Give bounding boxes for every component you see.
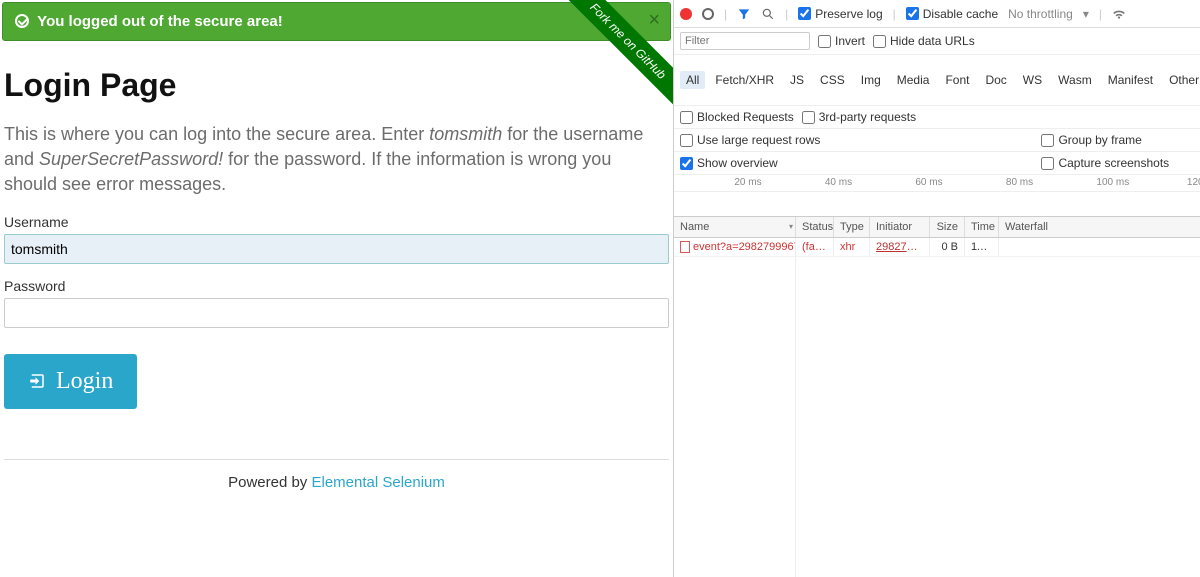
clear-icon[interactable] (702, 8, 714, 20)
filter-type-all[interactable]: All (680, 71, 705, 89)
group-by-frame-checkbox[interactable]: Group by frame (1041, 133, 1200, 147)
type-filter-row: All Fetch/XHR JS CSS Img Media Font Doc … (674, 55, 1200, 106)
login-button[interactable]: Login (4, 354, 137, 409)
timeline-tick: 120 ms (1187, 177, 1200, 188)
hide-data-urls-label: Hide data URLs (890, 34, 975, 48)
devtools-panel: | | Preserve log | Disable cache No thro… (673, 0, 1200, 577)
record-icon[interactable] (680, 8, 692, 20)
flash-banner: You logged out of the secure area! × (2, 2, 671, 41)
content-area: Login Page This is where you can log int… (0, 43, 673, 499)
filter-type-ws[interactable]: WS (1017, 71, 1048, 89)
login-button-label: Login (56, 368, 113, 395)
preserve-log-label: Preserve log (815, 7, 882, 21)
filter-type-img[interactable]: Img (855, 71, 887, 89)
flash-close-button[interactable]: × (648, 9, 660, 32)
show-overview-label: Show overview (697, 156, 778, 170)
cell-time: 119 ... (965, 238, 999, 256)
password-label: Password (4, 278, 669, 294)
search-icon[interactable] (761, 7, 775, 21)
filter-type-css[interactable]: CSS (814, 71, 851, 89)
throttling-select[interactable]: No throttling (1008, 7, 1073, 21)
large-rows-checkbox[interactable]: Use large request rows (680, 133, 820, 147)
col-type[interactable]: Type (834, 217, 870, 237)
filter-funnel-icon[interactable] (737, 7, 751, 21)
blocked-requests-checkbox[interactable]: Blocked Requests (680, 110, 794, 124)
filter-input[interactable] (680, 32, 810, 50)
invert-checkbox[interactable]: Invert (818, 34, 865, 48)
network-empty-area (674, 257, 1200, 577)
chevron-down-icon[interactable]: ▾ (1083, 7, 1089, 21)
filter-type-js[interactable]: JS (784, 71, 810, 89)
blocked-row: Blocked Requests 3rd-party requests (674, 106, 1200, 129)
username-input[interactable] (4, 234, 669, 264)
filter-row: Invert Hide data URLs (674, 28, 1200, 55)
subhead-part: This is where you can log into the secur… (4, 124, 429, 144)
disable-cache-checkbox[interactable]: Disable cache (906, 7, 998, 21)
filter-type-media[interactable]: Media (891, 71, 936, 89)
view-options-row1: Use large request rows Group by frame (674, 129, 1200, 152)
hide-data-urls-checkbox[interactable]: Hide data URLs (873, 34, 975, 48)
username-label: Username (4, 214, 669, 230)
blocked-requests-label: Blocked Requests (697, 110, 794, 124)
filter-type-fetchxhr[interactable]: Fetch/XHR (709, 71, 780, 89)
timeline-tick: 40 ms (825, 177, 852, 188)
timeline-tick: 20 ms (734, 177, 761, 188)
col-size[interactable]: Size (930, 217, 965, 237)
cell-type: xhr (834, 238, 870, 256)
capture-screenshots-checkbox[interactable]: Capture screenshots (1041, 156, 1200, 170)
disable-cache-label: Disable cache (923, 7, 998, 21)
group-by-frame-label: Group by frame (1058, 133, 1141, 147)
footer-text: Powered by (228, 474, 311, 491)
cell-size: 0 B (930, 238, 965, 256)
subhead-password: SuperSecretPassword! (39, 149, 223, 169)
network-row[interactable]: event?a=2982799967... (faile... xhr 2982… (674, 238, 1200, 257)
page-left: You logged out of the secure area! × For… (0, 0, 673, 577)
invert-label: Invert (835, 34, 865, 48)
filter-type-wasm[interactable]: Wasm (1052, 71, 1098, 89)
show-overview-checkbox[interactable]: Show overview (680, 156, 778, 170)
cell-name: event?a=2982799967... (674, 238, 796, 256)
file-icon (680, 241, 690, 253)
signin-icon (28, 372, 46, 390)
capture-screenshots-label: Capture screenshots (1058, 156, 1169, 170)
timeline-tick: 100 ms (1096, 177, 1129, 188)
third-party-checkbox[interactable]: 3rd-party requests (802, 110, 916, 124)
view-options-row2: Show overview Capture screenshots (674, 152, 1200, 175)
timeline-overview[interactable]: 20 ms 40 ms 60 ms 80 ms 100 ms 120 ms (674, 175, 1200, 217)
footer-link[interactable]: Elemental Selenium (311, 474, 444, 491)
devtools-toolbar: | | Preserve log | Disable cache No thro… (674, 0, 1200, 28)
filter-type-manifest[interactable]: Manifest (1102, 71, 1159, 89)
third-party-label: 3rd-party requests (819, 110, 916, 124)
col-time[interactable]: Time (965, 217, 999, 237)
filter-type-font[interactable]: Font (939, 71, 975, 89)
timeline-tick: 80 ms (1006, 177, 1033, 188)
timeline-tick: 60 ms (915, 177, 942, 188)
cell-initiator[interactable]: 2982799... (870, 238, 930, 256)
col-waterfall[interactable]: Waterfall (999, 217, 1200, 237)
page-subheader: This is where you can log into the secur… (4, 122, 664, 198)
filter-type-other[interactable]: Other (1163, 71, 1200, 89)
large-rows-label: Use large request rows (697, 133, 820, 147)
page-title: Login Page (4, 67, 669, 104)
success-icon (15, 14, 29, 28)
cell-waterfall (999, 238, 1200, 256)
col-name[interactable]: Name▾ (674, 217, 796, 237)
password-input[interactable] (4, 298, 669, 328)
col-initiator[interactable]: Initiator (870, 217, 930, 237)
network-table-header: Name▾ Status Type Initiator Size Time Wa… (674, 217, 1200, 238)
wifi-icon[interactable] (1112, 7, 1126, 21)
filter-type-doc[interactable]: Doc (979, 71, 1012, 89)
sort-icon: ▾ (789, 222, 793, 231)
cell-status: (faile... (796, 238, 834, 256)
col-status[interactable]: Status (796, 217, 834, 237)
preserve-log-checkbox[interactable]: Preserve log (798, 7, 882, 21)
footer-divider (4, 459, 669, 460)
footer: Powered by Elemental Selenium (4, 474, 669, 491)
cell-name-text: event?a=2982799967... (693, 241, 796, 253)
subhead-username: tomsmith (429, 124, 502, 144)
flash-text: You logged out of the secure area! (37, 13, 283, 30)
